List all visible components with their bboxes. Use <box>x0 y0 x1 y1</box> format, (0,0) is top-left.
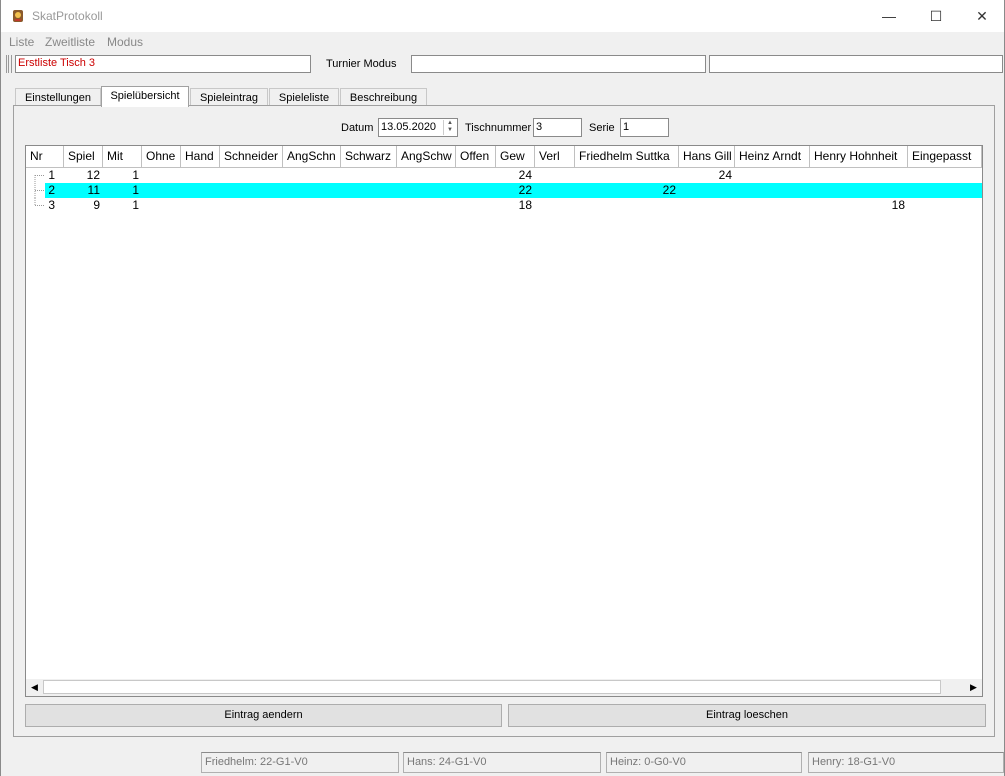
tab-einstellungen[interactable]: Einstellungen <box>15 88 101 106</box>
table-row[interactable]: 3 9 1 18 18 <box>26 198 982 213</box>
column-header-angschn[interactable]: AngSchn <box>283 146 341 168</box>
column-header-ohne[interactable]: Ohne <box>142 146 181 168</box>
edit-entry-button[interactable]: Eintrag aendern <box>25 704 502 727</box>
cell-friedhelm: 22 <box>662 183 676 197</box>
info-field-1[interactable] <box>411 55 706 73</box>
app-icon <box>13 10 23 22</box>
tree-connector-icon <box>34 183 44 198</box>
column-header-schneider[interactable]: Schneider <box>220 146 283 168</box>
cell-mit: 1 <box>132 183 139 197</box>
games-table[interactable]: Nr Spiel Mit Ohne Hand Schneider AngSchn… <box>25 145 983 697</box>
tab-spieleliste[interactable]: Spieleliste <box>269 88 339 106</box>
column-header-offen[interactable]: Offen <box>456 146 496 168</box>
table-row[interactable]: 1 12 1 24 24 <box>26 168 982 183</box>
cell-nr: 2 <box>48 183 55 197</box>
column-header-schwarz[interactable]: Schwarz <box>341 146 397 168</box>
column-header-verl[interactable]: Verl <box>535 146 575 168</box>
cell-friedhelm <box>575 168 679 183</box>
cell-nr: 1 <box>48 168 55 182</box>
status-friedhelm: Friedhelm: 22-G1-V0 <box>201 752 399 773</box>
menu-modus[interactable]: Modus <box>107 35 143 49</box>
tree-connector-icon <box>34 198 44 206</box>
cell-spiel: 9 <box>93 198 100 212</box>
cell-gew: 18 <box>518 198 532 212</box>
minimize-button[interactable]: — <box>866 0 912 32</box>
window-title: SkatProtokoll <box>32 9 103 23</box>
series-input[interactable]: 1 <box>620 118 669 137</box>
column-header-friedhelm[interactable]: Friedhelm Suttka <box>575 146 679 168</box>
column-header-eingepasst[interactable]: Eingepasst <box>908 146 982 168</box>
status-heinz: Heinz: 0-G0-V0 <box>606 752 802 773</box>
cell-henry <box>810 168 908 183</box>
list-name-field[interactable]: Erstliste Tisch 3 <box>15 55 311 73</box>
date-spinner-icon[interactable]: ▲ ▼ <box>443 120 456 135</box>
column-header-angschw[interactable]: AngSchw <box>397 146 456 168</box>
tree-connector-icon <box>34 175 44 183</box>
horizontal-scrollbar[interactable]: ◀ ▶ <box>26 679 982 696</box>
menu-bar: Liste Zweitliste Modus <box>1 32 1004 52</box>
scroll-right-icon[interactable]: ▶ <box>965 679 982 696</box>
date-value: 13.05.2020 <box>381 121 437 133</box>
table-number-label: Tischnummer <box>465 122 532 134</box>
cell-mit: 1 <box>132 198 139 212</box>
menu-liste[interactable]: Liste <box>9 35 34 49</box>
column-header-mit[interactable]: Mit <box>103 146 142 168</box>
status-bar: Friedhelm: 22-G1-V0 Hans: 24-G1-V0 Heinz… <box>1 750 1004 776</box>
tab-spieluebersicht[interactable]: Spielübersicht <box>101 86 189 107</box>
tab-beschreibung[interactable]: Beschreibung <box>340 88 427 106</box>
date-label: Datum <box>341 122 374 134</box>
delete-entry-button[interactable]: Eintrag loeschen <box>508 704 986 727</box>
tab-spieleintrag[interactable]: Spieleintrag <box>190 88 268 106</box>
status-hans: Hans: 24-G1-V0 <box>403 752 601 773</box>
cell-nr: 3 <box>48 198 55 212</box>
toolbar-grip[interactable] <box>6 55 12 73</box>
scroll-left-icon[interactable]: ◀ <box>26 679 43 696</box>
cell-friedhelm <box>575 198 679 213</box>
menu-zweitliste[interactable]: Zweitliste <box>45 35 95 49</box>
info-field-2[interactable] <box>709 55 1003 73</box>
cell-heinz <box>735 198 810 213</box>
table-header: Nr Spiel Mit Ohne Hand Schneider AngSchn… <box>26 146 982 168</box>
cell-henry <box>810 183 908 198</box>
column-header-hans[interactable]: Hans Gill <box>679 146 735 168</box>
cell-spiel: 11 <box>87 183 100 197</box>
status-henry: Henry: 18-G1-V0 <box>808 752 1004 773</box>
table-number-input[interactable]: 3 <box>533 118 582 137</box>
close-button[interactable]: ✕ <box>959 0 1005 32</box>
column-header-nr[interactable]: Nr <box>26 146 64 168</box>
cell-heinz <box>735 183 810 198</box>
cell-hans: 24 <box>718 168 732 182</box>
app-window: SkatProtokoll — ☐ ✕ Liste Zweitliste Mod… <box>0 0 1005 776</box>
scrollbar-thumb[interactable] <box>43 680 941 694</box>
date-picker[interactable]: 13.05.2020 ▲ ▼ <box>378 118 458 137</box>
cell-spiel: 12 <box>86 168 100 182</box>
column-header-spiel[interactable]: Spiel <box>64 146 103 168</box>
cell-hans <box>679 183 735 198</box>
top-toolbar: Erstliste Tisch 3 Turnier Modus <box>1 52 1004 76</box>
cell-gew: 22 <box>518 183 532 197</box>
table-row-selected[interactable]: 2 11 1 22 22 <box>26 183 982 198</box>
column-header-gew[interactable]: Gew <box>496 146 535 168</box>
mode-label: Turnier Modus <box>326 58 397 70</box>
column-header-hand[interactable]: Hand <box>181 146 220 168</box>
maximize-button[interactable]: ☐ <box>913 0 959 32</box>
cell-henry: 18 <box>891 198 905 212</box>
cell-mit: 1 <box>132 168 139 182</box>
column-header-heinz[interactable]: Heinz Arndt <box>735 146 810 168</box>
tab-panel-spieluebersicht: Datum 13.05.2020 ▲ ▼ Tischnummer 3 Serie … <box>13 105 995 737</box>
cell-hans <box>679 198 735 213</box>
cell-heinz <box>735 168 810 183</box>
title-bar: SkatProtokoll — ☐ ✕ <box>1 0 1004 32</box>
series-label: Serie <box>589 122 615 134</box>
cell-gew: 24 <box>518 168 532 182</box>
column-header-henry[interactable]: Henry Hohnheit <box>810 146 908 168</box>
